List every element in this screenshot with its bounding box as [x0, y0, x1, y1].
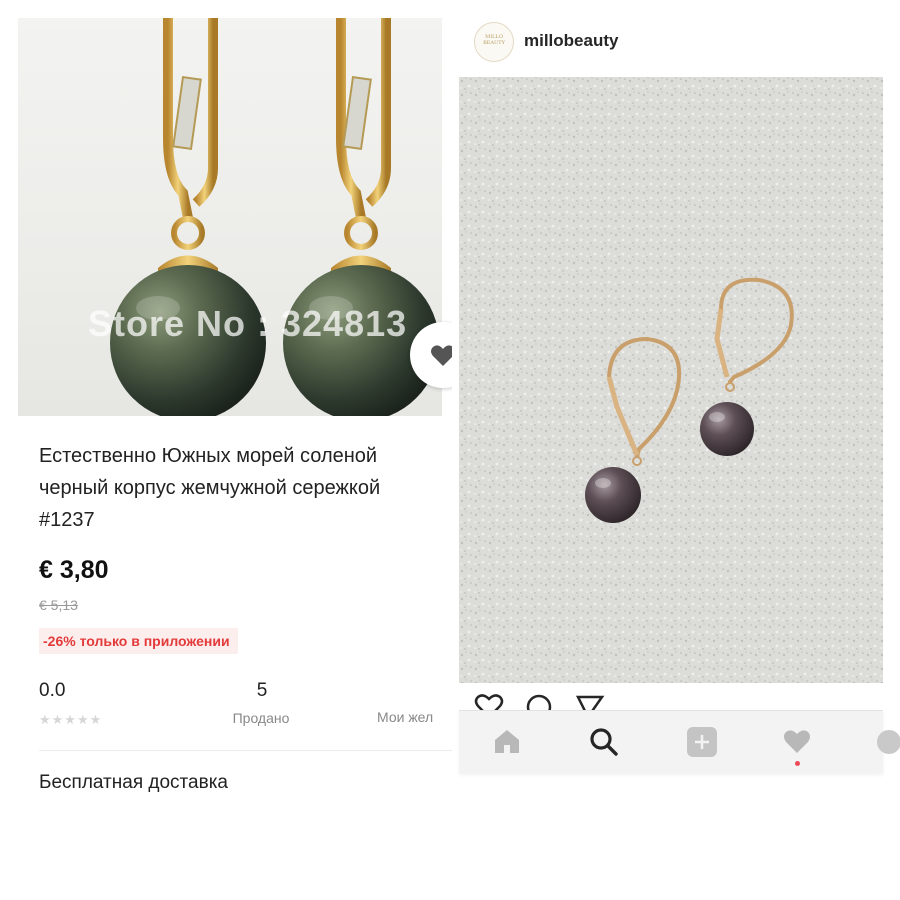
- product-listing-panel: Store No : 324813 Естественно Южных море…: [0, 0, 452, 900]
- divider: [39, 750, 452, 751]
- nav-profile[interactable]: [874, 727, 900, 757]
- search-icon: [590, 728, 618, 756]
- add-post-icon: [687, 727, 717, 757]
- home-icon: [495, 730, 519, 753]
- nav-home[interactable]: [492, 727, 522, 757]
- product-title: Естественно Южных морей соленой черный к…: [39, 445, 381, 531]
- nav-search[interactable]: [589, 727, 619, 757]
- earrings-on-stone-photo: [459, 77, 883, 683]
- rating-value: 0.0: [39, 680, 66, 701]
- sold-stat: 5 Продано: [226, 680, 296, 726]
- profile-icon: [877, 730, 900, 754]
- sold-count: 5: [256, 680, 268, 701]
- current-price: € 3,80: [39, 556, 109, 584]
- heart-icon: [431, 345, 452, 366]
- discount-badge: -26% только в приложении: [39, 628, 238, 654]
- wishlist-link[interactable]: Мои жел: [377, 709, 433, 725]
- bottom-navigation: [459, 710, 900, 773]
- heart-icon: [784, 730, 810, 753]
- shipping-info: Бесплатная доставка: [39, 772, 228, 793]
- old-price: € 5,13: [39, 597, 78, 613]
- nav-add[interactable]: [686, 727, 717, 757]
- product-photo[interactable]: Store No : 324813: [18, 18, 442, 416]
- rating-stat[interactable]: 0.0 ★★★★★: [39, 680, 102, 728]
- instagram-post-panel: MILLO BEAUTY millobeauty: [452, 0, 900, 900]
- nav-activity[interactable]: [782, 727, 812, 766]
- username[interactable]: millobeauty: [524, 31, 618, 51]
- avatar-logo-text: MILLO BEAUTY: [483, 34, 505, 46]
- avatar[interactable]: MILLO BEAUTY: [474, 22, 514, 62]
- earrings-photo: [110, 18, 439, 416]
- post-photo[interactable]: [459, 77, 883, 683]
- rating-stars: ★★★★★: [39, 712, 103, 727]
- store-watermark: Store No : 324813: [88, 303, 408, 344]
- notification-dot: [795, 761, 800, 766]
- sold-label: Продано: [232, 710, 290, 726]
